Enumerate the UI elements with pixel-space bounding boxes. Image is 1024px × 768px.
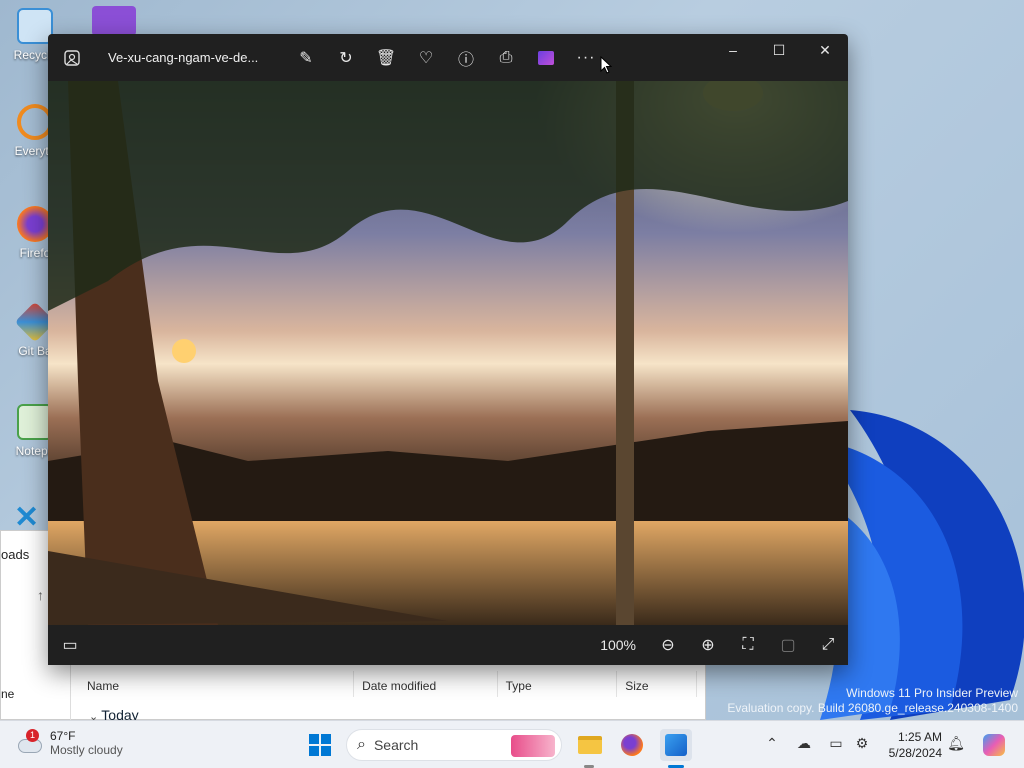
photos-titlebar: Ve-xu-cang-ngam-ve-de... ✎ ↻ 🗑 ♡ ⓘ ⎙ ···… xyxy=(48,34,848,81)
delete-icon[interactable]: 🗑 xyxy=(366,38,406,78)
weather-temperature: 67°F xyxy=(50,729,76,743)
actual-size-icon[interactable]: ▢ xyxy=(768,625,808,665)
explorer-title: oads xyxy=(1,547,30,562)
photos-bottom-bar: ▭ 100% ⊖ ⊕ ⛶ ▢ ⤢ xyxy=(48,625,848,665)
firefox-icon xyxy=(621,734,643,756)
zoom-controls: ⊖ ⊕ ⛶ ▢ ⤢ xyxy=(648,625,848,665)
explorer-column-headers: Name Date modified Type Size xyxy=(79,671,697,697)
chevron-up-icon[interactable]: ⌃ xyxy=(762,735,782,755)
filmstrip-icon[interactable]: ▭ xyxy=(50,625,90,665)
clipchamp-icon[interactable] xyxy=(526,38,566,78)
column-type[interactable]: Type xyxy=(498,671,618,697)
copilot-button[interactable] xyxy=(978,729,1010,761)
print-icon[interactable]: ⎙ xyxy=(486,38,526,78)
clock-date: 5/28/2024 xyxy=(888,746,942,760)
column-date-modified[interactable]: Date modified xyxy=(354,671,498,697)
photos-app-icon xyxy=(665,734,687,756)
taskbar-search[interactable]: ⌕ Search xyxy=(346,729,562,761)
display-icon[interactable]: ▭ xyxy=(826,735,846,755)
windows-logo-icon xyxy=(309,734,331,756)
zoom-in-icon[interactable]: ⊕ xyxy=(688,625,728,665)
sunset-lake-photo xyxy=(48,81,848,625)
column-size[interactable]: Size xyxy=(617,671,697,697)
onedrive-icon[interactable]: ☁ xyxy=(794,735,814,755)
rotate-icon[interactable]: ↻ xyxy=(326,38,366,78)
minimize-icon[interactable]: – xyxy=(710,34,756,66)
photos-app-window[interactable]: Ve-xu-cang-ngam-ve-de... ✎ ↻ 🗑 ♡ ⓘ ⎙ ···… xyxy=(48,34,848,665)
fit-to-window-icon[interactable]: ⛶ xyxy=(728,625,768,665)
up-arrow-icon[interactable]: ↑ xyxy=(37,587,44,603)
photos-toolbar: ✎ ↻ 🗑 ♡ ⓘ ⎙ ··· xyxy=(286,38,606,78)
copilot-icon xyxy=(983,734,1005,756)
maximize-icon[interactable]: ☐ xyxy=(756,34,802,66)
gallery-icon[interactable] xyxy=(52,38,92,78)
window-controls: – ☐ ✕ xyxy=(710,34,848,66)
search-highlight-icon xyxy=(511,735,555,757)
favorite-icon[interactable]: ♡ xyxy=(406,38,446,78)
full-screen-icon[interactable]: ⤢ xyxy=(808,625,848,665)
mouse-cursor-icon xyxy=(600,56,612,74)
taskbar: 1 67°F Mostly cloudy ⌕ Search ⌃ ☁ ▭ ⚙ 1:… xyxy=(0,720,1024,768)
folder-icon xyxy=(578,736,602,754)
weather-badge: 1 xyxy=(26,729,39,742)
close-icon[interactable]: ✕ xyxy=(802,34,848,66)
taskbar-file-explorer[interactable] xyxy=(574,729,606,761)
weather-condition: Mostly cloudy xyxy=(50,743,123,757)
search-label: Search xyxy=(373,737,419,753)
zoom-out-icon[interactable]: ⊖ xyxy=(648,625,688,665)
edit-icon[interactable]: ✎ xyxy=(286,38,326,78)
system-clock[interactable]: 1:25 AM 5/28/2024 xyxy=(876,729,942,761)
start-button[interactable] xyxy=(304,729,336,761)
photo-viewer-image[interactable] xyxy=(48,81,848,625)
zoom-level: 100% xyxy=(600,637,636,653)
search-icon: ⌕ xyxy=(357,736,366,753)
weather-cloud-icon: 1 xyxy=(16,729,44,757)
notification-bell-icon[interactable]: 🔔︎ xyxy=(946,735,966,755)
windows-watermark: Windows 11 Pro Insider Preview Evaluatio… xyxy=(727,686,1018,715)
nav-item[interactable]: ne xyxy=(1,687,14,701)
taskbar-photos[interactable] xyxy=(660,729,692,761)
column-name[interactable]: Name xyxy=(79,671,355,697)
clock-time: 1:25 AM xyxy=(897,730,942,744)
info-icon[interactable]: ⓘ xyxy=(446,38,486,78)
network-icon[interactable]: ⚙ xyxy=(852,735,872,755)
weather-widget[interactable]: 1 67°F Mostly cloudy xyxy=(16,729,123,757)
visual-studio-icon[interactable] xyxy=(92,6,136,36)
file-name: Ve-xu-cang-ngam-ve-de... xyxy=(108,50,259,65)
taskbar-firefox[interactable] xyxy=(616,729,648,761)
